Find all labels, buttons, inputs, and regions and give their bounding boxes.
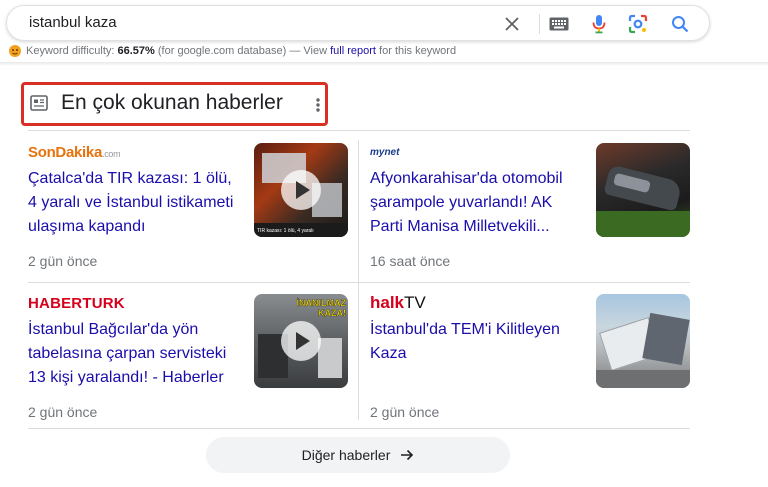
section-header: En çok okunan haberler — [21, 82, 328, 126]
section-title: En çok okunan haberler — [61, 91, 283, 114]
news-icon — [30, 95, 48, 111]
more-news-button[interactable]: Diğer haberler — [206, 437, 510, 473]
column-divider — [358, 140, 359, 420]
news-thumbnail[interactable] — [596, 143, 690, 237]
news-headline[interactable]: Çatalca'da TIR kazası: 1 ölü, 4 yaralı v… — [28, 167, 238, 239]
news-headline[interactable]: İstanbul'da TEM'i Kilitleyen Kaza — [370, 318, 580, 366]
news-time: 16 saat önce — [370, 253, 451, 269]
news-headline[interactable]: İstanbul Bağcılar'da yön tabelasına çarp… — [28, 318, 238, 390]
news-card[interactable]: HABERTURK İstanbul Bağcılar'da yön tabel… — [28, 294, 348, 434]
more-news-label: Diğer haberler — [301, 447, 391, 463]
search-bar-divider — [539, 14, 540, 34]
divider — [28, 130, 690, 131]
search-input[interactable]: istanbul kaza — [29, 14, 117, 31]
clear-icon[interactable] — [500, 12, 524, 36]
news-thumbnail[interactable]: İNANILMAZ KAZA! — [254, 294, 348, 388]
news-time: 2 gün önce — [370, 404, 440, 420]
news-time: 2 gün önce — [28, 253, 98, 269]
kd-suffix: for this keyword — [379, 45, 457, 57]
source-logo-haberturk: HABERTURK — [28, 294, 125, 312]
kd-db-note: (for google.com database) — View — [157, 45, 328, 57]
keyword-tool-icon — [9, 45, 21, 57]
search-bar[interactable]: istanbul kaza — [6, 5, 710, 41]
news-headline[interactable]: Afyonkarahisar'da otomobil şarampole yuv… — [370, 167, 580, 239]
play-icon[interactable] — [281, 170, 321, 210]
thumb-caption: İNANILMAZ KAZA! — [296, 298, 346, 318]
news-card[interactable]: SonDakika.com Çatalca'da TIR kazası: 1 ö… — [28, 143, 348, 283]
play-icon[interactable] — [281, 321, 321, 361]
more-options-icon[interactable] — [316, 97, 320, 113]
source-logo-sondakika: SonDakika.com — [28, 143, 121, 161]
search-icon[interactable] — [668, 12, 692, 36]
microphone-icon[interactable] — [587, 12, 611, 36]
keyboard-icon[interactable] — [547, 12, 571, 36]
keyword-difficulty-bar: Keyword difficulty: 66.57% (for google.c… — [8, 44, 456, 58]
thumb-caption: TIR kazası: 1 ölü, 4 yaralı — [257, 228, 314, 234]
kd-value: 66.57% — [117, 45, 155, 57]
google-lens-icon[interactable] — [626, 12, 650, 36]
arrow-right-icon — [401, 449, 414, 461]
news-time: 2 gün önce — [28, 404, 98, 420]
news-thumbnail[interactable] — [596, 294, 690, 388]
news-thumbnail[interactable]: TIR kazası: 1 ölü, 4 yaralı — [254, 143, 348, 237]
source-logo-halktv: halkTV — [370, 293, 426, 312]
header-shadow — [0, 62, 768, 66]
news-card[interactable]: mynet Afyonkarahisar'da otomobil şarampo… — [370, 143, 690, 283]
source-logo-mynet: mynet — [370, 146, 400, 158]
news-card[interactable]: halkTV İstanbul'da TEM'i Kilitleyen Kaza… — [370, 293, 690, 434]
full-report-link[interactable]: full report — [330, 45, 376, 57]
kd-label: Keyword difficulty: — [26, 45, 115, 57]
